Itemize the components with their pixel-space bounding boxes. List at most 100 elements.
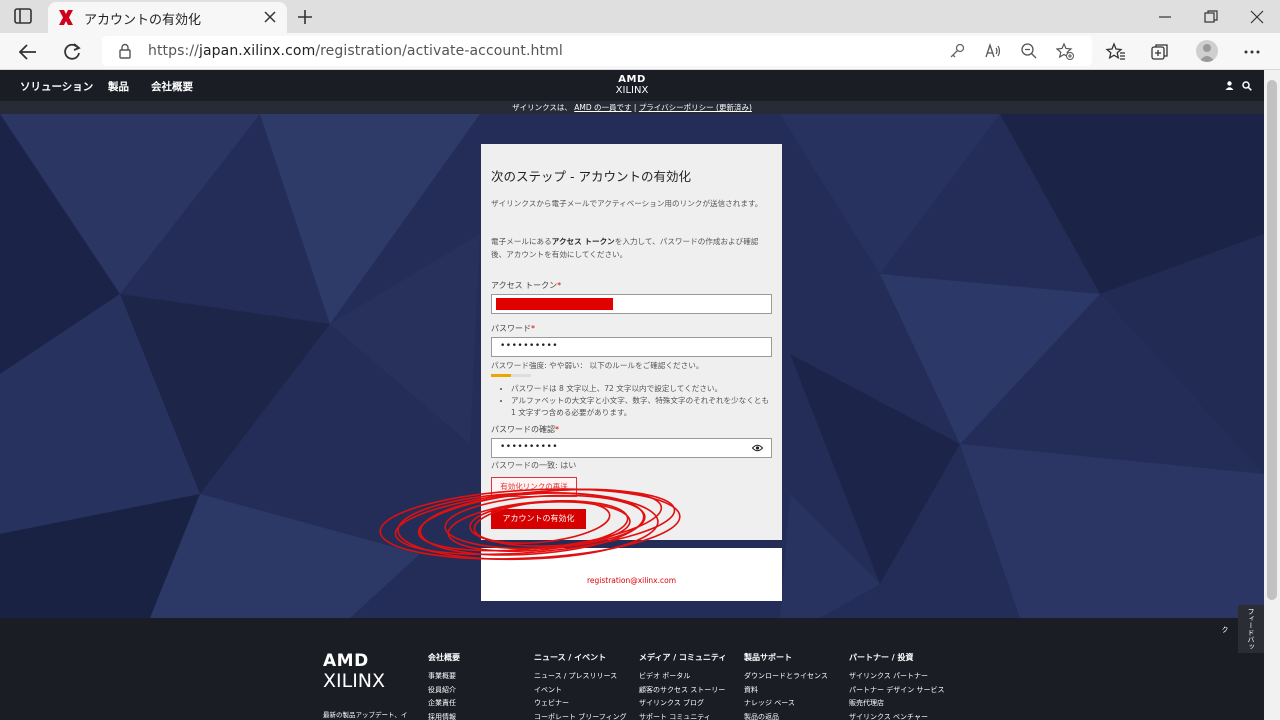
footer-link[interactable]: ニュース / プレスリリース (534, 670, 627, 684)
logo-xilinx-text: XILINX (615, 85, 649, 96)
url-path: /registration/activate-account.html (315, 43, 563, 59)
footer-link[interactable]: 顧客のサクセス ストーリー (639, 684, 726, 698)
browser-tab-bar: アカウントの有効化 (0, 0, 1280, 33)
footer-link[interactable]: イベント (534, 684, 627, 698)
password-value: •••••••••• (500, 341, 559, 351)
password-rule: アルファベットの大文字と小文字、数字、特殊文字のそれぞれを少なくとも 1 文字ず… (511, 395, 773, 419)
confirm-password-label-text: パスワードの確認 (491, 425, 555, 434)
access-token-input[interactable] (491, 294, 772, 314)
access-token-label-text: アクセス トークン (491, 281, 558, 290)
show-password-eye-icon[interactable] (752, 444, 763, 452)
footer-column-support: 製品サポート ダウンロードとライセンス 資料 ナレッジ ベース 製品の返品 (744, 652, 828, 720)
footer-column-partners: パートナー / 投資 ザイリンクス パートナー パートナー デザイン サービス … (849, 652, 944, 720)
add-favorite-icon[interactable] (1056, 42, 1074, 60)
notice-amd-link[interactable]: AMD の一員です (574, 103, 631, 112)
site-top-nav: ソリューション 製品 会社概要 AMD XILINX (0, 70, 1264, 101)
footer-column-media: メディア / コミュニティ ビデオ ポータル 顧客のサクセス ストーリー ザイリ… (639, 652, 726, 720)
footer-link[interactable]: パートナー デザイン サービス (849, 684, 944, 698)
search-icon[interactable] (1242, 81, 1252, 91)
scrollbar-thumb[interactable] (1267, 80, 1277, 600)
footer-column-heading[interactable]: ニュース / イベント (534, 652, 627, 663)
nav-company[interactable]: 会社概要 (151, 79, 193, 94)
confirm-password-label: パスワードの確認* (491, 424, 559, 435)
password-input[interactable]: •••••••••• (491, 337, 772, 357)
footer-link[interactable]: ザイリンクス ブログ (639, 697, 726, 711)
logo-amd-text: AMD (618, 74, 646, 85)
new-tab-icon[interactable] (296, 8, 314, 26)
footer-link[interactable]: 事業概要 (428, 670, 460, 684)
confirm-password-input[interactable]: •••••••••• (491, 438, 772, 458)
footer-column-heading[interactable]: 製品サポート (744, 652, 828, 663)
more-options-icon[interactable] (1241, 41, 1263, 63)
password-rules-list: パスワードは 8 文字以上、72 文字以内で設定してください。 アルファベットの… (511, 383, 773, 419)
read-aloud-icon[interactable] (984, 42, 1002, 60)
footer-link[interactable]: コーポレート ブリーフィング (534, 711, 627, 720)
footer-logo[interactable]: AMD XILINX (323, 652, 385, 692)
collections-icon[interactable] (1149, 41, 1171, 63)
footer-link[interactable]: ダウンロードとライセンス (744, 670, 828, 684)
password-strength-meter (491, 374, 531, 377)
footer-link[interactable]: 企業責任 (428, 697, 460, 711)
redacted-token (496, 298, 613, 310)
address-bar[interactable]: https://japan.xilinx.com/registration/ac… (102, 36, 1092, 66)
key-icon[interactable] (948, 42, 966, 60)
page-title: 次のステップ - アカウントの有効化 (491, 169, 691, 184)
access-token-label: アクセス トークン* (491, 280, 561, 291)
footer-link[interactable]: 役員紹介 (428, 684, 460, 698)
browser-tab-active[interactable]: アカウントの有効化 (48, 2, 287, 33)
site-footer: AMD XILINX 最新の製品アップデート、イ 会社概要 事業概要 役員紹介 … (0, 618, 1264, 720)
profile-icon (1199, 44, 1215, 62)
footer-link[interactable]: ウェビナー (534, 697, 627, 711)
registration-email-link[interactable]: registration@xilinx.com (481, 576, 782, 585)
footer-link[interactable]: ビデオ ポータル (639, 670, 726, 684)
tab-close-icon[interactable] (263, 10, 277, 24)
footer-link[interactable]: 販売代理店 (849, 697, 944, 711)
password-strength-fill (491, 374, 511, 377)
instruction-prefix: 電子メールにある (491, 237, 552, 246)
amd-xilinx-logo[interactable]: AMD XILINX (608, 74, 656, 100)
required-mark: * (555, 425, 559, 434)
footer-link[interactable]: 採用情報 (428, 711, 460, 720)
refresh-icon[interactable] (61, 41, 83, 63)
feedback-tab[interactable]: フィードバック (1221, 605, 1264, 653)
notice-privacy-link[interactable]: プライバシーポリシー (更新済み) (639, 103, 752, 112)
footer-link[interactable]: サポート コミュニティ (639, 711, 726, 720)
lock-icon[interactable] (118, 43, 132, 59)
tab-title: アカウントの有効化 (84, 13, 202, 28)
restore-icon[interactable] (1203, 9, 1219, 25)
instruction-text: 電子メールにあるアクセス トークンを入力して、パスワードの作成および確認後、アカ… (491, 235, 773, 261)
footer-link[interactable]: 製品の返品 (744, 711, 828, 720)
footer-column-company: 会社概要 事業概要 役員紹介 企業責任 採用情報 (428, 652, 460, 720)
intro-text: ザイリンクスから電子メールでアクティベーション用のリンクが送信されます。 (491, 199, 763, 208)
nav-products[interactable]: 製品 (108, 79, 129, 94)
instruction-bold: アクセス トークン (551, 237, 615, 246)
xilinx-favicon-icon (59, 10, 73, 25)
password-match-text: パスワードの一致: はい (491, 461, 577, 470)
favorites-icon[interactable] (1105, 41, 1127, 63)
footer-logo-amd: AMD (323, 651, 369, 671)
confirm-password-value: •••••••••• (500, 442, 559, 452)
tab-actions-icon[interactable] (14, 8, 32, 24)
footer-link[interactable]: ザイリンクス パートナー (849, 670, 944, 684)
web-page: ソリューション 製品 会社概要 AMD XILINX ザイリンクスは、 AMD … (0, 70, 1264, 720)
back-icon[interactable] (17, 41, 39, 63)
password-strength-text: パスワード強度: やや弱い： 以下のルールをご確認ください。 (491, 361, 704, 370)
page-scrollbar[interactable] (1264, 70, 1280, 720)
url-host: japan.xilinx.com (198, 43, 316, 59)
user-account-icon[interactable] (1225, 81, 1234, 90)
footer-column-heading[interactable]: メディア / コミュニティ (639, 652, 726, 663)
footer-newsletter-text: 最新の製品アップデート、イ (323, 711, 408, 719)
close-window-icon[interactable] (1249, 9, 1265, 25)
minimize-icon[interactable] (1157, 9, 1173, 25)
zoom-out-icon[interactable] (1020, 42, 1038, 60)
footer-column-heading[interactable]: パートナー / 投資 (849, 652, 944, 663)
password-label: パスワード* (491, 323, 535, 334)
footer-column-heading[interactable]: 会社概要 (428, 652, 460, 663)
footer-link[interactable]: ナレッジ ベース (744, 697, 828, 711)
profile-avatar[interactable] (1196, 40, 1218, 62)
url-text[interactable]: https://japan.xilinx.com/registration/ac… (148, 43, 563, 59)
footer-link[interactable]: 資料 (744, 684, 828, 698)
nav-solutions[interactable]: ソリューション (20, 79, 93, 94)
footer-link[interactable]: ザイリンクス ベンチャー (849, 711, 944, 720)
password-rule: パスワードは 8 文字以上、72 文字以内で設定してください。 (511, 383, 773, 395)
